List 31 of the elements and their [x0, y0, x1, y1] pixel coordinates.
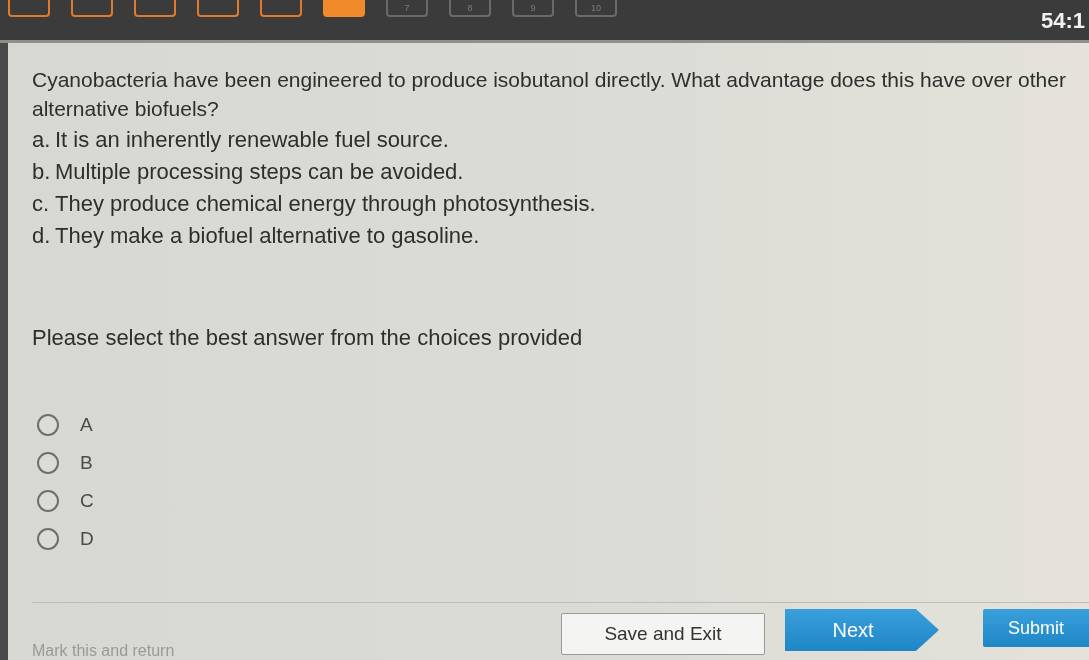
- timer: 54:1: [1040, 8, 1085, 34]
- question-nav-button[interactable]: 9: [512, 0, 554, 17]
- radio-button[interactable]: [37, 528, 59, 550]
- question-nav-button[interactable]: [8, 0, 50, 17]
- question-nav-button[interactable]: 7: [386, 0, 428, 17]
- option-letter: a.: [32, 126, 52, 154]
- radio-button[interactable]: [37, 452, 59, 474]
- mark-and-return-link[interactable]: Mark this and return: [32, 642, 175, 660]
- submit-button[interactable]: Submit: [983, 609, 1089, 647]
- option-text: Multiple processing steps can be avoided.: [55, 158, 464, 186]
- radio-label[interactable]: B: [80, 452, 93, 474]
- question-text: Cyanobacteria have been engineered to produce isobutanol directly. What advantage does this have over other alternative biofuels?: [32, 67, 1067, 122]
- radio-button[interactable]: [37, 414, 59, 436]
- question-nav-button[interactable]: [260, 0, 302, 17]
- option-letter: d.: [32, 222, 52, 250]
- option-letter: c.: [32, 190, 51, 218]
- radio-label[interactable]: D: [80, 528, 94, 550]
- question-nav-button[interactable]: [71, 0, 113, 17]
- option-text: They make a biofuel alternative to gasoline.: [55, 222, 480, 250]
- instruction-text: Please select the best answer from the choices provided: [32, 324, 583, 352]
- option-letter: b.: [32, 158, 52, 186]
- option-text: They produce chemical energy through photosynthesis.: [55, 190, 596, 218]
- next-button[interactable]: Next: [785, 609, 939, 651]
- question-nav-button[interactable]: 10: [575, 0, 617, 17]
- radio-label[interactable]: A: [80, 414, 93, 436]
- question-nav-button[interactable]: [134, 0, 176, 17]
- option-text: It is an inherently renewable fuel source.: [55, 126, 449, 154]
- question-nav-button[interactable]: [197, 0, 239, 17]
- radio-button[interactable]: [37, 490, 59, 512]
- radio-label[interactable]: C: [80, 490, 94, 512]
- save-exit-button[interactable]: Save and Exit: [561, 613, 765, 655]
